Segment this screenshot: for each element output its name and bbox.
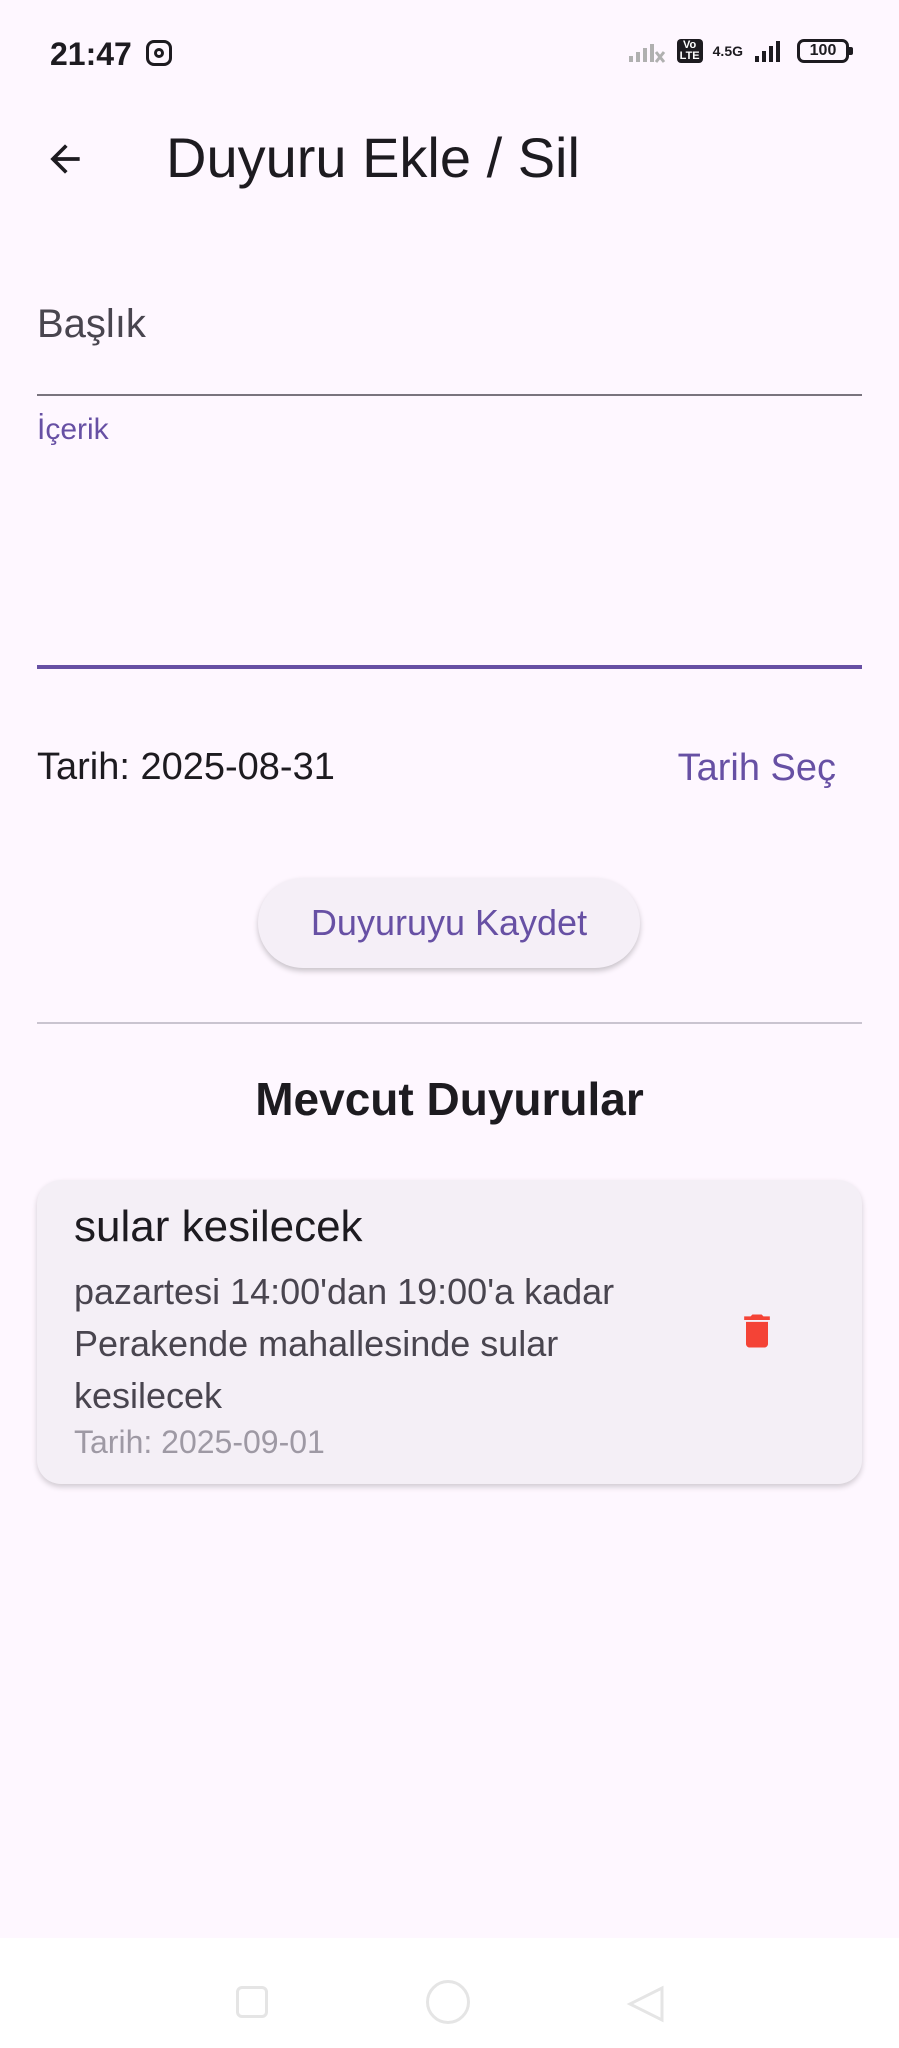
title-field-label: Başlık: [37, 302, 146, 346]
network-label: 4.5G: [712, 43, 743, 59]
instagram-icon: [146, 40, 172, 66]
page-title: Duyuru Ekle / Sil: [166, 126, 580, 189]
signal-muted-icon: [628, 44, 665, 63]
title-input[interactable]: Başlık: [37, 290, 862, 396]
system-back-icon[interactable]: [626, 1984, 666, 2024]
system-nav-bar: [0, 1938, 899, 2048]
volte-icon: Vo LTE: [676, 39, 703, 63]
battery-icon: 100: [797, 39, 853, 63]
section-title: Mevcut Duyurular: [255, 1073, 644, 1125]
announcement-card: sular kesilecek pazartesi 14:00'dan 19:0…: [37, 1180, 862, 1484]
home-icon[interactable]: [426, 1980, 470, 2024]
arrow-back-icon: [50, 144, 80, 174]
app-bar: Duyuru Ekle / Sil: [0, 110, 899, 260]
signal-icon: [755, 41, 780, 62]
announcement-body: pazartesi 14:00'dan 19:00'a kadar Perake…: [74, 1271, 615, 1416]
selected-date: Tarih: 2025-08-31: [37, 746, 335, 788]
date-row: Tarih: 2025-08-31 Tarih Seç: [37, 740, 862, 796]
content-input[interactable]: İçerik: [37, 405, 862, 669]
status-time: 21:47: [50, 36, 132, 72]
recent-apps-icon[interactable]: [236, 1986, 268, 2018]
status-bar: 21:47 Vo LTE 4.5G 100: [0, 0, 899, 110]
status-icons: Vo LTE 4.5G 100: [627, 38, 853, 64]
content-field-label: İçerik: [37, 413, 109, 446]
announcement-date: Tarih: 2025-09-01: [74, 1424, 325, 1460]
delete-button[interactable]: [732, 1306, 782, 1356]
pick-date-button[interactable]: Tarih Seç: [678, 740, 836, 796]
save-announcement-button[interactable]: Duyuruyu Kaydet: [258, 878, 640, 968]
trash-icon: [744, 1314, 770, 1348]
back-button[interactable]: [30, 124, 100, 194]
divider: [37, 1022, 862, 1024]
announcement-title: sular kesilecek: [74, 1202, 363, 1251]
